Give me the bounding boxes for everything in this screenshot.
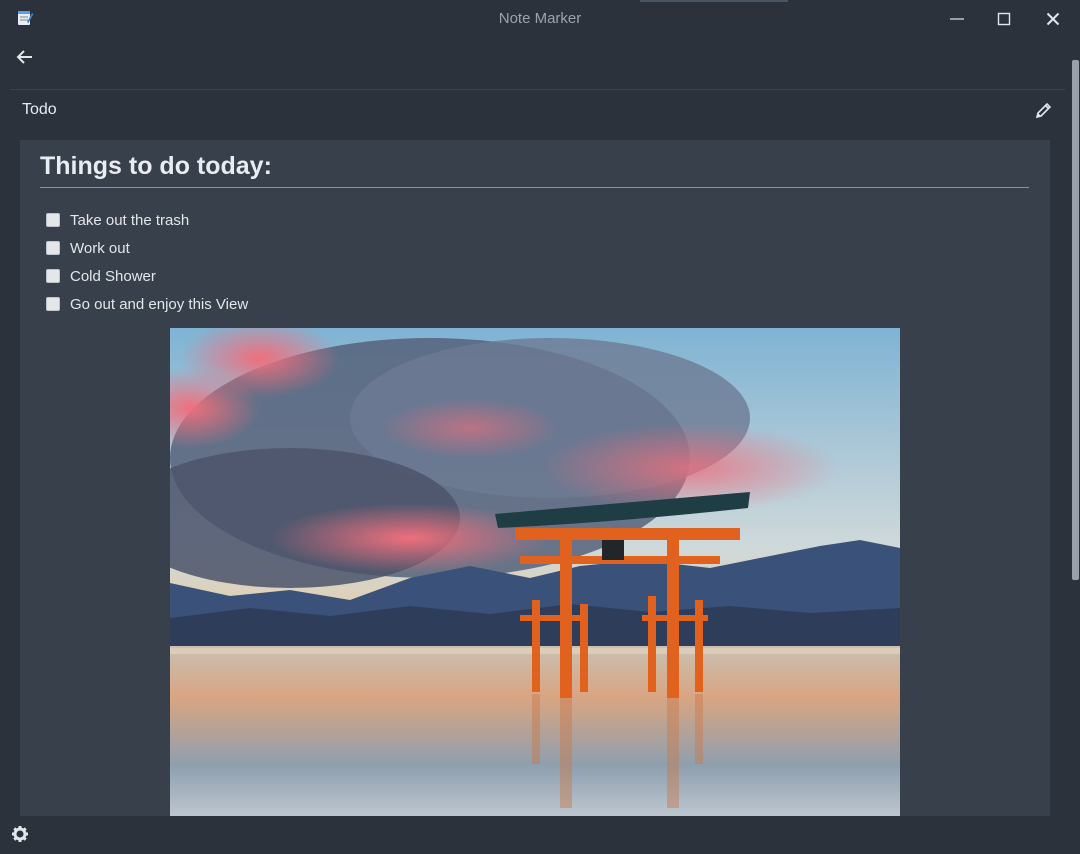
todo-label: Cold Shower (70, 267, 156, 285)
close-icon (1046, 12, 1060, 26)
torii-gate-photo (170, 328, 900, 816)
title-bar: Note Marker (0, 0, 1080, 38)
status-bar (0, 816, 1080, 854)
note-heading: Things to do today: (40, 152, 272, 180)
todo-checkbox[interactable] (46, 213, 60, 227)
todo-label: Take out the trash (70, 211, 190, 229)
note-header: Todo (0, 90, 1072, 140)
todo-list: Take out the trash Work out Cold Shower … (46, 206, 248, 318)
minimize-icon (950, 18, 964, 20)
note-content: Things to do today: Take out the trash W… (20, 140, 1050, 816)
todo-checkbox[interactable] (46, 297, 60, 311)
close-button[interactable] (1030, 0, 1076, 38)
heading-rule (40, 187, 1029, 188)
todo-item: Go out and enjoy this View (46, 290, 248, 318)
edit-button[interactable] (1034, 100, 1054, 120)
title-highlight (640, 0, 788, 2)
todo-label: Work out (70, 239, 130, 257)
back-button[interactable] (14, 46, 36, 68)
todo-label: Go out and enjoy this View (70, 295, 249, 313)
scrollbar-thumb[interactable] (1072, 60, 1079, 580)
nav-bar (0, 38, 1072, 90)
todo-checkbox[interactable] (46, 269, 60, 283)
todo-item: Work out (46, 234, 248, 262)
todo-item: Cold Shower (46, 262, 248, 290)
gear-icon (12, 826, 28, 842)
todo-checkbox[interactable] (46, 241, 60, 255)
maximize-icon (997, 12, 1011, 26)
maximize-button[interactable] (981, 0, 1027, 38)
minimize-button[interactable] (934, 0, 980, 38)
note-title: Todo (22, 101, 57, 118)
arrow-left-icon (16, 50, 32, 64)
window-title: Note Marker (498, 10, 582, 27)
pencil-icon (1035, 102, 1052, 119)
todo-item: Take out the trash (46, 206, 248, 234)
settings-button[interactable] (11, 825, 29, 843)
